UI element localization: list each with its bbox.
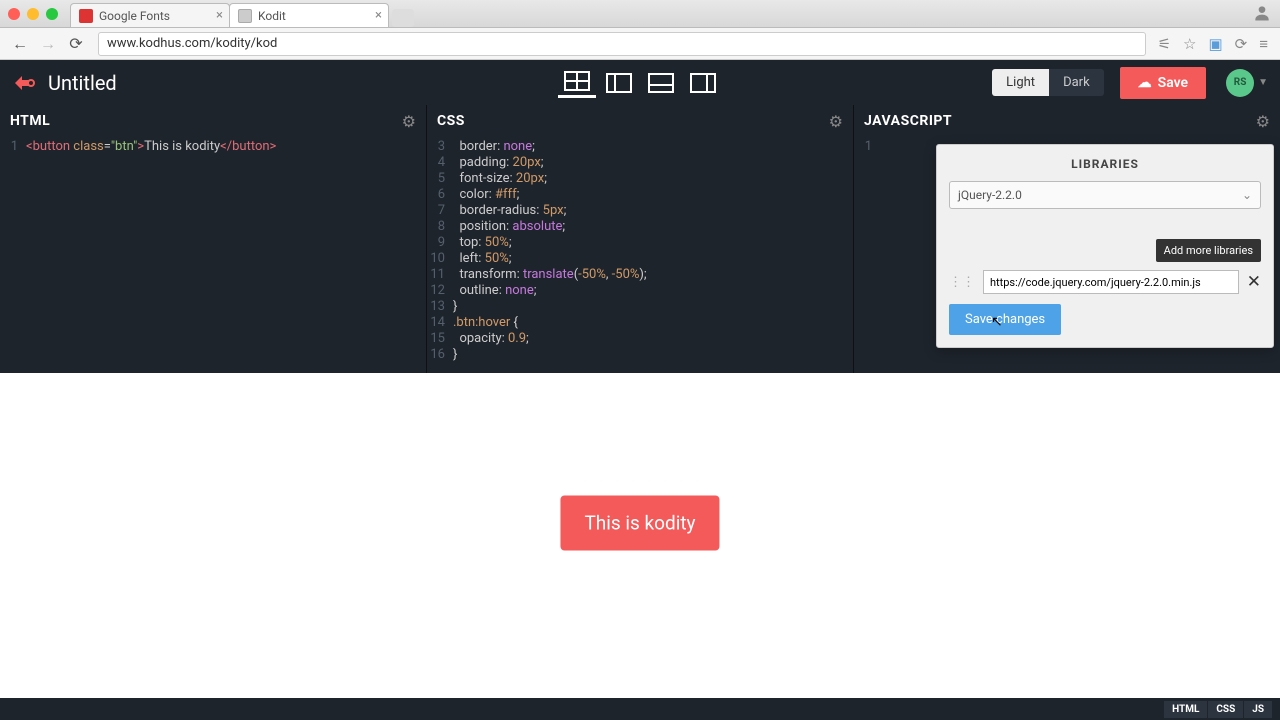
url-text: www.kodhus.com/kodity/kod: [107, 36, 277, 51]
chevron-down-icon[interactable]: ▼: [1258, 77, 1268, 88]
library-select[interactable]: jQuery-2.2.0 ⌄: [949, 181, 1261, 209]
favicon-icon: [79, 9, 93, 23]
drag-handle-icon[interactable]: ⋮⋮: [949, 275, 975, 290]
document-title[interactable]: Untitled: [48, 71, 117, 95]
libraries-popover: LIBRARIES jQuery-2.2.0 ⌄ Add more librar…: [936, 144, 1274, 348]
window-minimize-icon[interactable]: [27, 8, 39, 20]
layout-right-button[interactable]: [684, 68, 722, 98]
kodhus-logo[interactable]: [12, 71, 36, 95]
browser-tab-kodit[interactable]: Kodit ×: [229, 3, 389, 27]
panel-title-js: JAVASCRIPT: [864, 113, 952, 129]
add-more-libraries-button[interactable]: Add more libraries: [1156, 239, 1261, 262]
forward-button[interactable]: →: [36, 32, 60, 56]
menu-icon[interactable]: ≡: [1259, 35, 1268, 53]
tab-title: Google Fonts: [99, 9, 170, 23]
library-selected: jQuery-2.2.0: [958, 188, 1022, 202]
gear-icon[interactable]: ⚙: [829, 112, 843, 131]
user-icon[interactable]: [1252, 3, 1272, 23]
back-button[interactable]: ←: [8, 32, 32, 56]
html-editor[interactable]: 1<button class="btn">This is kodity</but…: [0, 137, 426, 373]
reload-button[interactable]: ⟳: [64, 32, 88, 56]
gear-icon[interactable]: ⚙: [1256, 112, 1270, 131]
profile-icon[interactable]: ▣: [1208, 35, 1222, 53]
favicon-icon: [238, 9, 252, 23]
theme-dark-button[interactable]: Dark: [1049, 69, 1104, 96]
footer-tab-css[interactable]: CSS: [1208, 701, 1243, 718]
extensions-icon[interactable]: ⟳: [1235, 35, 1248, 53]
library-url-input[interactable]: [983, 270, 1239, 294]
chevron-down-icon: ⌄: [1242, 188, 1252, 202]
tab-title: Kodit: [258, 9, 286, 23]
save-changes-label: Save changes: [965, 312, 1045, 327]
footer-tab-html[interactable]: HTML: [1164, 701, 1207, 718]
popover-title: LIBRARIES: [949, 157, 1261, 171]
browser-tab-google-fonts[interactable]: Google Fonts ×: [70, 3, 230, 27]
close-icon[interactable]: ×: [216, 8, 223, 23]
panel-title-html: HTML: [10, 113, 50, 129]
address-bar[interactable]: www.kodhus.com/kodity/kod: [98, 32, 1146, 56]
panel-title-css: CSS: [437, 113, 465, 129]
gear-icon[interactable]: ⚙: [402, 112, 416, 131]
save-changes-button[interactable]: Save changes ↖: [949, 304, 1061, 335]
css-editor[interactable]: 3 border: none; 4 padding: 20px; 5 font-…: [427, 137, 853, 373]
theme-light-button[interactable]: Light: [992, 69, 1049, 96]
cloud-icon: ☁: [1138, 75, 1152, 91]
close-icon[interactable]: ✕: [1247, 272, 1261, 292]
footer-tab-js[interactable]: JS: [1244, 701, 1272, 718]
layout-quad-button[interactable]: [558, 68, 596, 98]
close-icon[interactable]: ×: [375, 8, 382, 23]
translate-icon[interactable]: ⚟: [1158, 35, 1171, 53]
window-close-icon[interactable]: [8, 8, 20, 20]
layout-left-button[interactable]: [600, 68, 638, 98]
preview-pane: This is kodity: [0, 373, 1280, 673]
new-tab-button[interactable]: [392, 9, 414, 27]
bookmark-icon[interactable]: ☆: [1183, 35, 1196, 53]
save-label: Save: [1158, 75, 1188, 91]
save-button[interactable]: ☁ Save: [1120, 67, 1206, 99]
layout-bottom-button[interactable]: [642, 68, 680, 98]
avatar[interactable]: RS: [1226, 69, 1254, 97]
window-zoom-icon[interactable]: [46, 8, 58, 20]
preview-button[interactable]: This is kodity: [560, 496, 719, 551]
